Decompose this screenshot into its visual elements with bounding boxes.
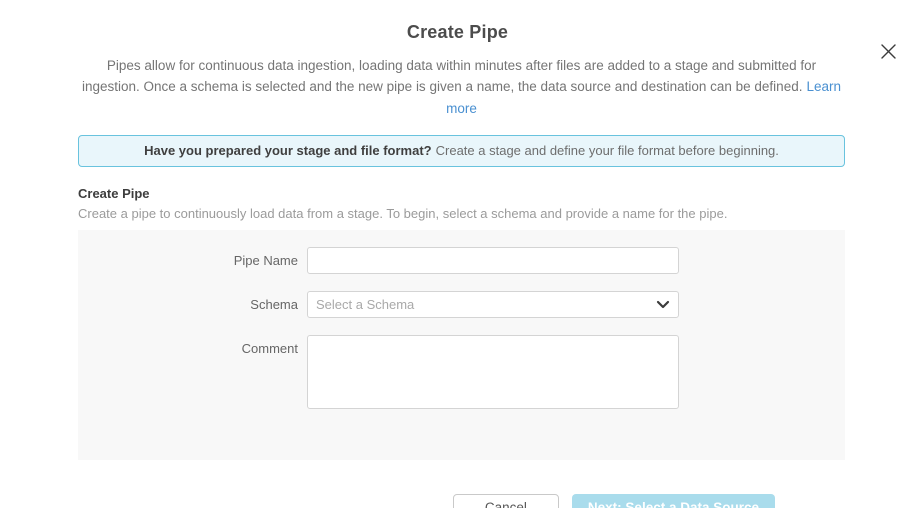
pipe-name-row: Pipe Name bbox=[78, 247, 845, 274]
schema-select-placeholder: Select a Schema bbox=[316, 297, 414, 312]
chevron-down-icon bbox=[656, 300, 670, 309]
dialog-description: Pipes allow for continuous data ingestio… bbox=[78, 55, 845, 119]
pipe-name-input[interactable] bbox=[307, 247, 679, 274]
schema-select[interactable]: Select a Schema bbox=[307, 291, 679, 318]
page-title: Create Pipe bbox=[0, 22, 915, 43]
section-subheading: Create a pipe to continuously load data … bbox=[78, 206, 845, 221]
schema-row: Schema Select a Schema bbox=[78, 291, 845, 318]
cancel-button[interactable]: Cancel bbox=[453, 494, 559, 508]
banner-advice: Create a stage and define your file form… bbox=[436, 143, 779, 158]
create-pipe-form: Pipe Name Schema Select a Schema Comment bbox=[78, 230, 845, 460]
pipe-name-label: Pipe Name bbox=[78, 247, 307, 274]
close-icon bbox=[880, 43, 897, 60]
dialog-footer: Cancel Next: Select a Data Source bbox=[156, 494, 775, 508]
comment-label: Comment bbox=[78, 335, 307, 409]
comment-textarea[interactable] bbox=[307, 335, 679, 409]
banner-question: Have you prepared your stage and file fo… bbox=[144, 143, 432, 158]
section-heading: Create Pipe bbox=[78, 186, 845, 201]
schema-label: Schema bbox=[78, 291, 307, 318]
comment-row: Comment bbox=[78, 335, 845, 409]
next-select-data-source-button[interactable]: Next: Select a Data Source bbox=[572, 494, 775, 508]
create-pipe-dialog: Create Pipe Pipes allow for continuous d… bbox=[0, 22, 915, 508]
info-banner: Have you prepared your stage and file fo… bbox=[78, 135, 845, 167]
close-button[interactable] bbox=[875, 38, 901, 64]
dialog-description-text: Pipes allow for continuous data ingestio… bbox=[82, 58, 816, 94]
